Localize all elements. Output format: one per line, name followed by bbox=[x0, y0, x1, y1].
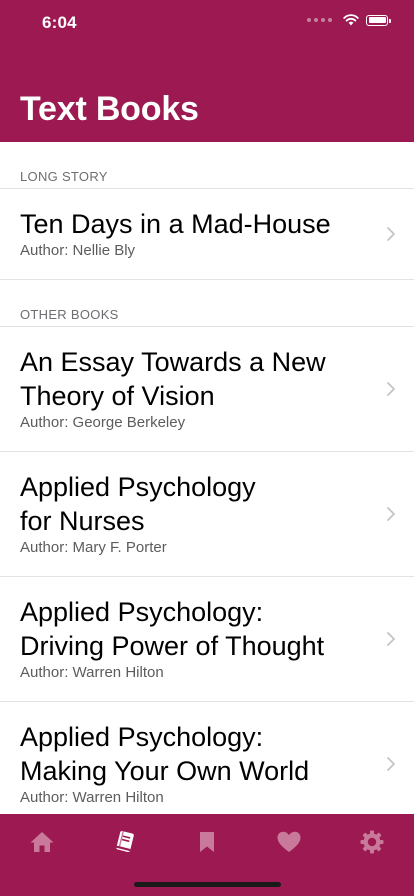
gear-icon bbox=[360, 830, 384, 854]
tab-settings[interactable] bbox=[357, 827, 387, 857]
home-indicator[interactable] bbox=[134, 882, 281, 887]
book-icon bbox=[116, 831, 134, 853]
chevron-right-icon bbox=[387, 382, 395, 396]
heart-icon bbox=[277, 831, 301, 852]
book-title-line2: for Nurses bbox=[20, 506, 145, 536]
tab-home[interactable] bbox=[27, 827, 57, 857]
book-author: Author: Warren Hilton bbox=[20, 789, 164, 806]
wifi-icon bbox=[343, 14, 359, 26]
status-icons bbox=[307, 14, 391, 26]
tab-bookmarks[interactable] bbox=[192, 827, 222, 857]
book-author: Author: Warren Hilton bbox=[20, 664, 164, 681]
status-time: 6:04 bbox=[42, 13, 77, 32]
home-icon bbox=[30, 832, 54, 852]
bookmark-icon bbox=[200, 832, 214, 852]
book-row-essay-vision[interactable]: An Essay Towards a New Theory of Vision … bbox=[0, 327, 414, 452]
navigation-header: 6:04 Text Books bbox=[0, 0, 414, 142]
book-row-psychology-nurses[interactable]: Applied Psychology for Nurses Author: Ma… bbox=[0, 452, 414, 577]
book-title-line1: Applied Psychology: bbox=[20, 722, 264, 752]
chevron-right-icon bbox=[387, 507, 395, 521]
book-title: Ten Days in a Mad-House bbox=[20, 209, 331, 239]
page-title: Text Books bbox=[20, 90, 199, 128]
battery-icon bbox=[366, 14, 391, 26]
book-author: Author: Nellie Bly bbox=[20, 242, 136, 259]
signal-icon bbox=[307, 18, 332, 22]
book-title-line2: Making Your Own World bbox=[20, 756, 310, 786]
book-author: Author: George Berkeley bbox=[20, 414, 186, 431]
section-header-long-story: LONG STORY bbox=[0, 142, 414, 189]
book-title-line2: Theory of Vision bbox=[20, 381, 215, 411]
chevron-right-icon bbox=[387, 757, 395, 771]
book-row-ten-days[interactable]: Ten Days in a Mad-House Author: Nellie B… bbox=[0, 189, 414, 280]
tab-books[interactable] bbox=[110, 827, 140, 857]
book-list[interactable]: LONG STORY Ten Days in a Mad-House Autho… bbox=[0, 142, 414, 814]
chevron-right-icon bbox=[387, 632, 395, 646]
book-title-line1: Applied Psychology bbox=[20, 472, 256, 502]
book-row-driving-power[interactable]: Applied Psychology: Driving Power of Tho… bbox=[0, 577, 414, 702]
book-row-own-world[interactable]: Applied Psychology: Making Your Own Worl… bbox=[0, 702, 414, 814]
book-title-line1: Applied Psychology: bbox=[20, 597, 264, 627]
book-title-line1: An Essay Towards a New bbox=[20, 347, 326, 377]
chevron-right-icon bbox=[387, 227, 395, 241]
status-bar: 6:04 bbox=[0, 0, 414, 46]
section-header-other-books: OTHER BOOKS bbox=[0, 280, 414, 327]
tab-favorites[interactable] bbox=[274, 827, 304, 857]
book-title-line2: Driving Power of Thought bbox=[20, 631, 325, 661]
book-author: Author: Mary F. Porter bbox=[20, 539, 167, 556]
